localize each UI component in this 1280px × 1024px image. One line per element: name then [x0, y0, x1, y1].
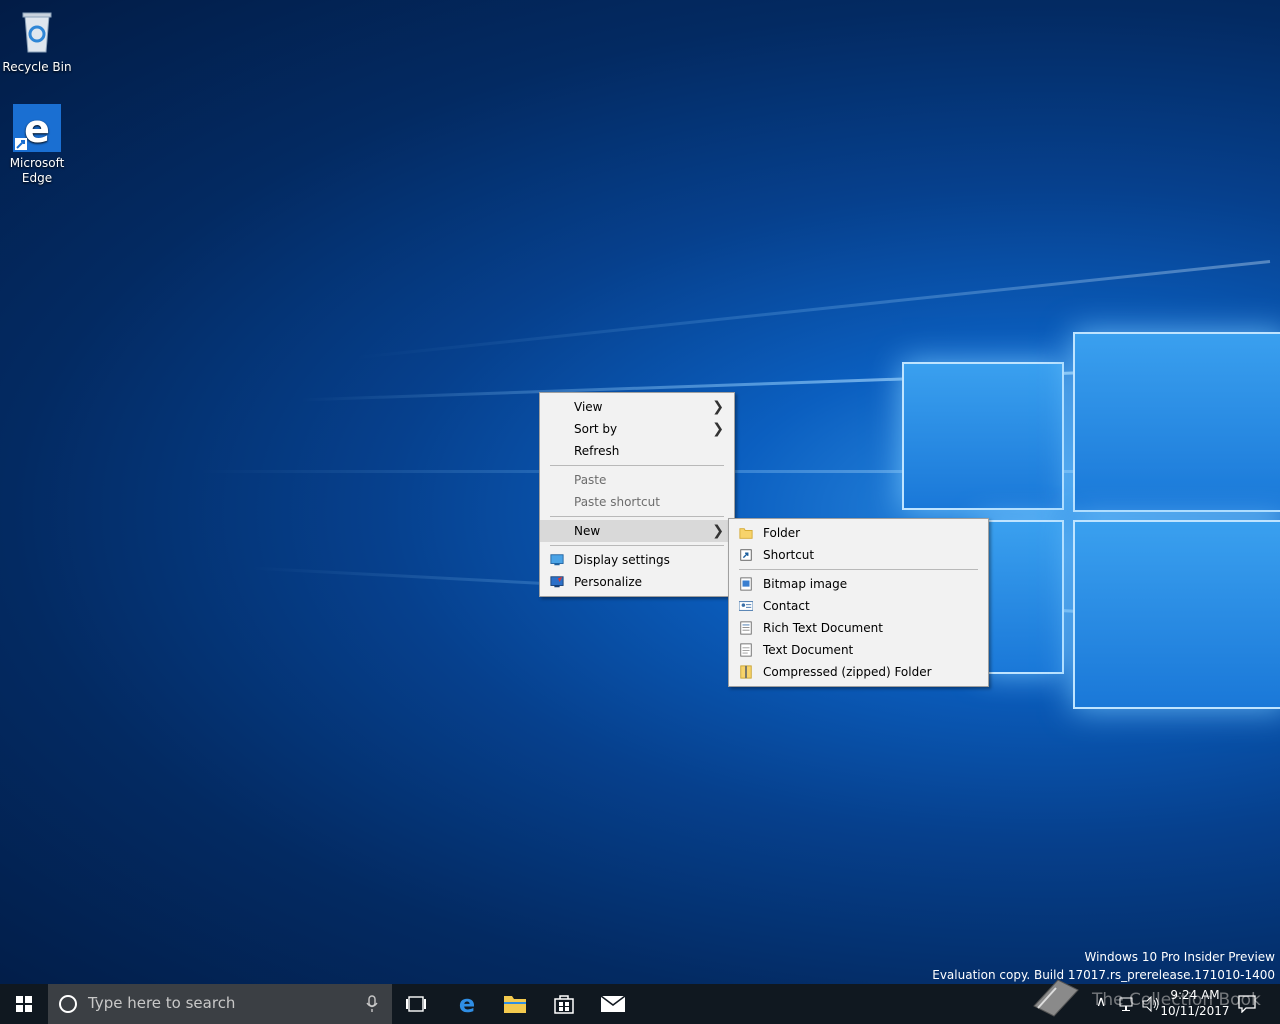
menu-item-paste-shortcut-label: Paste shortcut	[574, 495, 660, 509]
windows-logo-icon	[16, 996, 32, 1012]
submenu-item-folder[interactable]: Folder	[729, 522, 988, 544]
recycle-bin-label: Recycle Bin	[2, 60, 72, 74]
taskbar-store-button[interactable]	[540, 984, 588, 1024]
desktop[interactable]: Recycle Bin e Microsoft Edge View ❯ Sort…	[0, 0, 1280, 984]
menu-item-personalize-label: Personalize	[574, 575, 643, 589]
logo-pane	[902, 362, 1064, 510]
clock-date: 10/11/2017	[1160, 1004, 1230, 1018]
svg-text:e: e	[459, 992, 475, 1016]
search-placeholder: Type here to search	[88, 994, 236, 1012]
folder-icon	[739, 528, 753, 539]
edge-icon: e	[13, 104, 61, 152]
tray-chevron-up-icon[interactable]: ∧	[1096, 994, 1106, 1010]
svg-text:e: e	[24, 107, 50, 151]
submenu-item-shortcut-label: Shortcut	[763, 548, 815, 562]
taskbar-mail-button[interactable]	[589, 984, 637, 1024]
build-watermark-line1: Windows 10 Pro Insider Preview	[1084, 950, 1275, 964]
contact-icon	[739, 601, 753, 611]
chevron-right-icon: ❯	[712, 421, 724, 437]
submenu-item-contact[interactable]: Contact	[729, 595, 988, 617]
desktop-context-menu: View ❯ Sort by ❯ Refresh Paste Paste sho…	[539, 392, 735, 597]
logo-pane	[980, 520, 1064, 674]
menu-item-refresh[interactable]: Refresh	[540, 440, 734, 462]
microsoft-edge-icon[interactable]: e Microsoft Edge	[1, 104, 73, 186]
clock-time: 9:24 AM	[1170, 988, 1220, 1002]
text-document-icon	[740, 643, 752, 657]
zipped-folder-icon	[740, 665, 752, 679]
menu-item-personalize[interactable]: Personalize	[540, 571, 734, 593]
submenu-item-rich-text-label: Rich Text Document	[763, 621, 883, 635]
menu-item-sort-by-label: Sort by	[574, 422, 618, 436]
overlay-book-logo-icon	[1033, 979, 1079, 1017]
menu-item-display-settings[interactable]: Display settings	[540, 549, 734, 571]
edge-icon: e	[459, 992, 475, 1016]
file-explorer-icon	[504, 996, 526, 1013]
menu-item-display-settings-label: Display settings	[574, 553, 670, 567]
menu-separator	[550, 516, 724, 517]
display-settings-icon	[550, 554, 564, 566]
chevron-right-icon: ❯	[712, 523, 724, 539]
bitmap-image-icon	[740, 577, 752, 591]
submenu-item-zip-label: Compressed (zipped) Folder	[763, 665, 932, 679]
submenu-item-bitmap[interactable]: Bitmap image	[729, 573, 988, 595]
logo-pane	[1073, 520, 1280, 709]
clock[interactable]: 9:24 AM 10/11/2017	[1160, 987, 1230, 1019]
recycle-bin-icon[interactable]: Recycle Bin	[1, 8, 73, 75]
build-watermark-line2: Evaluation copy. Build 17017.rs_prerelea…	[932, 968, 1275, 982]
taskbar-edge-button[interactable]: e	[443, 984, 491, 1024]
menu-item-view-label: View	[574, 400, 603, 414]
logo-pane	[1073, 332, 1280, 512]
search-box[interactable]: Type here to search	[48, 984, 392, 1024]
taskbar-file-explorer-button[interactable]	[491, 984, 539, 1024]
action-center-icon[interactable]	[1238, 995, 1256, 1013]
menu-item-refresh-label: Refresh	[574, 444, 620, 458]
chevron-right-icon: ❯	[712, 399, 724, 415]
submenu-item-bitmap-label: Bitmap image	[763, 577, 848, 591]
personalize-icon	[550, 576, 564, 588]
menu-separator	[550, 465, 724, 466]
menu-item-new[interactable]: New ❯	[540, 520, 734, 542]
edge-label: Microsoft Edge	[9, 156, 65, 185]
volume-icon[interactable]	[1142, 996, 1160, 1012]
rich-text-document-icon	[740, 621, 752, 635]
taskbar: Type here to search e The Collection Boo…	[0, 979, 1280, 1024]
recycle-bin-icon-image	[13, 8, 61, 56]
start-button[interactable]	[0, 984, 48, 1024]
submenu-item-text-doc-label: Text Document	[763, 643, 854, 657]
submenu-item-folder-label: Folder	[763, 526, 801, 540]
shortcut-icon	[740, 549, 752, 561]
submenu-item-text-doc[interactable]: Text Document	[729, 639, 988, 661]
network-icon[interactable]	[1118, 996, 1134, 1012]
cortana-icon	[59, 995, 77, 1013]
menu-item-paste-shortcut[interactable]: Paste shortcut	[540, 491, 734, 513]
submenu-item-zip[interactable]: Compressed (zipped) Folder	[729, 661, 988, 683]
menu-item-sort-by[interactable]: Sort by ❯	[540, 418, 734, 440]
menu-separator	[550, 545, 724, 546]
store-icon	[554, 995, 574, 1014]
task-view-button[interactable]	[392, 984, 440, 1024]
submenu-item-shortcut[interactable]: Shortcut	[729, 544, 988, 566]
new-submenu: Folder Shortcut Bitmap image Contact Ric…	[728, 518, 989, 687]
menu-item-paste[interactable]: Paste	[540, 469, 734, 491]
menu-item-new-label: New	[574, 524, 601, 538]
menu-separator	[739, 569, 978, 570]
menu-item-view[interactable]: View ❯	[540, 396, 734, 418]
task-view-icon	[406, 996, 426, 1012]
microphone-icon[interactable]	[366, 995, 378, 1013]
menu-item-paste-label: Paste	[574, 473, 607, 487]
mail-icon	[600, 995, 626, 1012]
submenu-item-contact-label: Contact	[763, 599, 810, 613]
submenu-item-rich-text[interactable]: Rich Text Document	[729, 617, 988, 639]
